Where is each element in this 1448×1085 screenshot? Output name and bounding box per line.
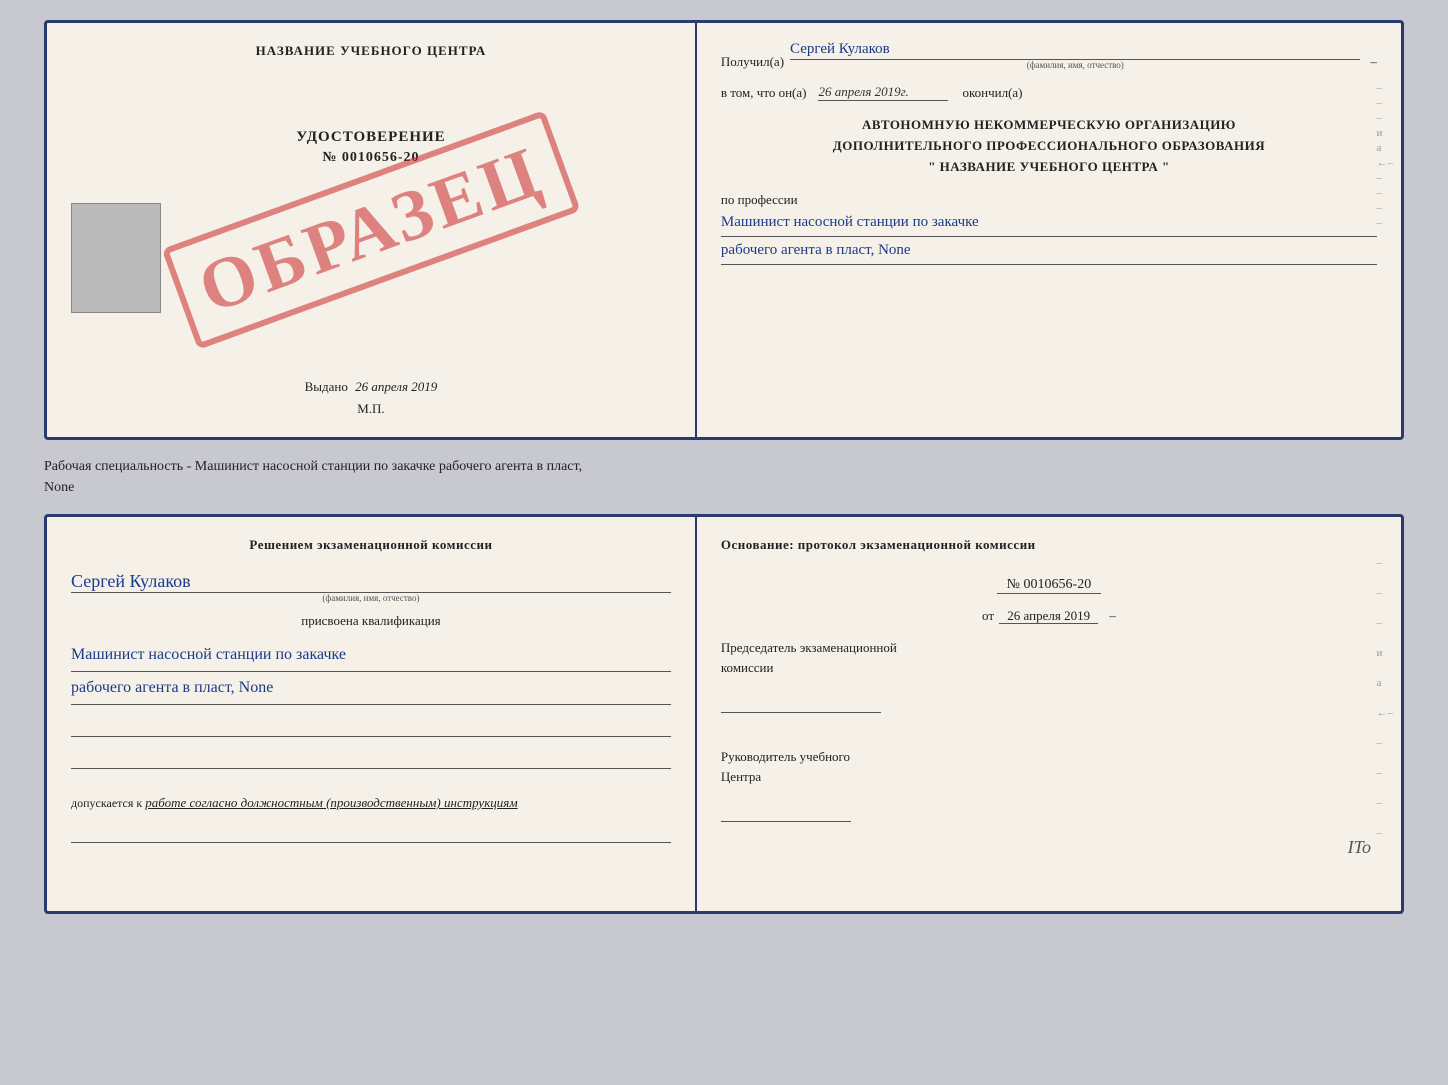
poluchil-subtext: (фамилия, имя, отчество) (790, 60, 1360, 70)
protocol-number-block: № 0010656-20 (721, 575, 1377, 594)
vydano-label: Выдано (305, 379, 348, 394)
protocol-date: 26 апреля 2019 (999, 608, 1098, 624)
document-bottom: Решением экзаменационной комиссии Сергей… (44, 514, 1404, 914)
document-top: НАЗВАНИЕ УЧЕБНОГО ЦЕНТРА ОБРАЗЕЦ УДОСТОВ… (44, 20, 1404, 440)
name-subtext: (фамилия, имя, отчество) (71, 593, 671, 603)
mp-label: М.П. (357, 401, 384, 417)
right-dashes-top: – – – и а ←– – – – – (1376, 83, 1393, 427)
prisvoena-text: присвоена квалификация (71, 613, 671, 629)
name-value: Сергей Кулаков (71, 571, 671, 593)
separator-line1: Рабочая специальность - Машинист насосно… (44, 459, 582, 474)
protocol-date-row: от 26 апреля 2019 – (721, 608, 1377, 624)
profession-bottom-line1: Машинист насосной станции по закачке (71, 639, 671, 672)
org-line1: АВТОНОМНУЮ НЕКОММЕРЧЕСКУЮ ОРГАНИЗАЦИЮ (721, 115, 1377, 136)
poluchil-label: Получил(а) (721, 54, 784, 70)
profession-bottom-line2: рабочего агента в пласт, None (71, 672, 671, 705)
vydano-date: 26 апреля 2019 (355, 379, 437, 394)
dopuskaetsya-row: допускается к работе согласно должностны… (71, 795, 671, 811)
poluchil-value: Сергей Кулаков (790, 41, 1360, 60)
org-line3: " НАЗВАНИЕ УЧЕБНОГО ЦЕНТРА " (721, 157, 1377, 178)
udostoverenie-title: УДОСТОВЕРЕНИЕ (296, 129, 446, 146)
stamp-obrazec: ОБРАЗЕЦ (162, 110, 581, 350)
osnov-title: Основание: протокол экзаменационной коми… (721, 537, 1377, 553)
center-title: НАЗВАНИЕ УЧЕБНОГО ЦЕНТРА (256, 43, 487, 59)
rukovoditel-block: Руководитель учебного Центра (721, 747, 1377, 786)
okonchil-label: окончил(а) (962, 85, 1022, 101)
vtom-date: 26 апреля 2019г. (818, 84, 948, 101)
profession-line1: Машинист насосной станции по закачке (721, 209, 1377, 237)
photo-placeholder (71, 203, 161, 313)
separator-text: Рабочая специальность - Машинист насосно… (44, 452, 1404, 502)
vydano-row: Выдано 26 апреля 2019 (305, 359, 438, 395)
ito-label: ITo (1348, 837, 1371, 858)
dopuskaetsya-label: допускается к (71, 796, 142, 810)
vtom-row: в том, что он(а) 26 апреля 2019г. окончи… (721, 84, 1377, 101)
blank-line-2 (71, 751, 671, 769)
predsedatel-signature-line (721, 695, 881, 713)
rukovoditel-signature-line (721, 804, 851, 822)
dopuskaetsya-value: работе согласно должностным (производств… (145, 795, 517, 810)
profession-block-bottom: Машинист насосной станции по закачке раб… (71, 639, 671, 705)
org-block: АВТОНОМНУЮ НЕКОММЕРЧЕСКУЮ ОРГАНИЗАЦИЮ ДО… (721, 115, 1377, 177)
komissia-title: Решением экзаменационной комиссии (71, 537, 671, 553)
protocol-number: № 0010656-20 (997, 577, 1102, 594)
protocol-dash: – (1109, 608, 1116, 623)
rukovoditel-line1: Руководитель учебного (721, 747, 1377, 767)
right-dashes-bottom: – – – и а ←– – – – – (1376, 557, 1393, 901)
doc-bottom-right: – – – и а ←– – – – – Основание: протокол… (697, 517, 1401, 911)
profession-line2: рабочего агента в пласт, None (721, 237, 1377, 265)
po-professii: по профессии Машинист насосной станции п… (721, 191, 1377, 265)
udostoverenie-number: № 0010656-20 (322, 150, 419, 166)
poluchil-row: Получил(а) Сергей Кулаков (фамилия, имя,… (721, 41, 1377, 70)
doc-bottom-left: Решением экзаменационной комиссии Сергей… (47, 517, 697, 911)
predsedatel-block: Председатель экзаменационной комиссии (721, 638, 1377, 677)
rukovoditel-line2: Центра (721, 767, 1377, 787)
predsedatel-line1: Председатель экзаменационной (721, 638, 1377, 658)
doc-right: – – – и а ←– – – – – Получил(а) Сергей К… (697, 23, 1401, 437)
name-block: Сергей Кулаков (фамилия, имя, отчество) (71, 571, 671, 603)
po-professii-label: по профессии (721, 192, 798, 207)
blank-line-1 (71, 719, 671, 737)
org-line2: ДОПОЛНИТЕЛЬНОГО ПРОФЕССИОНАЛЬНОГО ОБРАЗО… (721, 136, 1377, 157)
dash-separator: – (1370, 54, 1377, 70)
separator-line2: None (44, 480, 74, 495)
protocol-date-prefix: от (982, 608, 994, 623)
doc-left: НАЗВАНИЕ УЧЕБНОГО ЦЕНТРА ОБРАЗЕЦ УДОСТОВ… (47, 23, 697, 437)
vtom-label: в том, что он(а) (721, 85, 807, 101)
predsedatel-line2: комиссии (721, 658, 1377, 678)
blank-line-3 (71, 825, 671, 843)
